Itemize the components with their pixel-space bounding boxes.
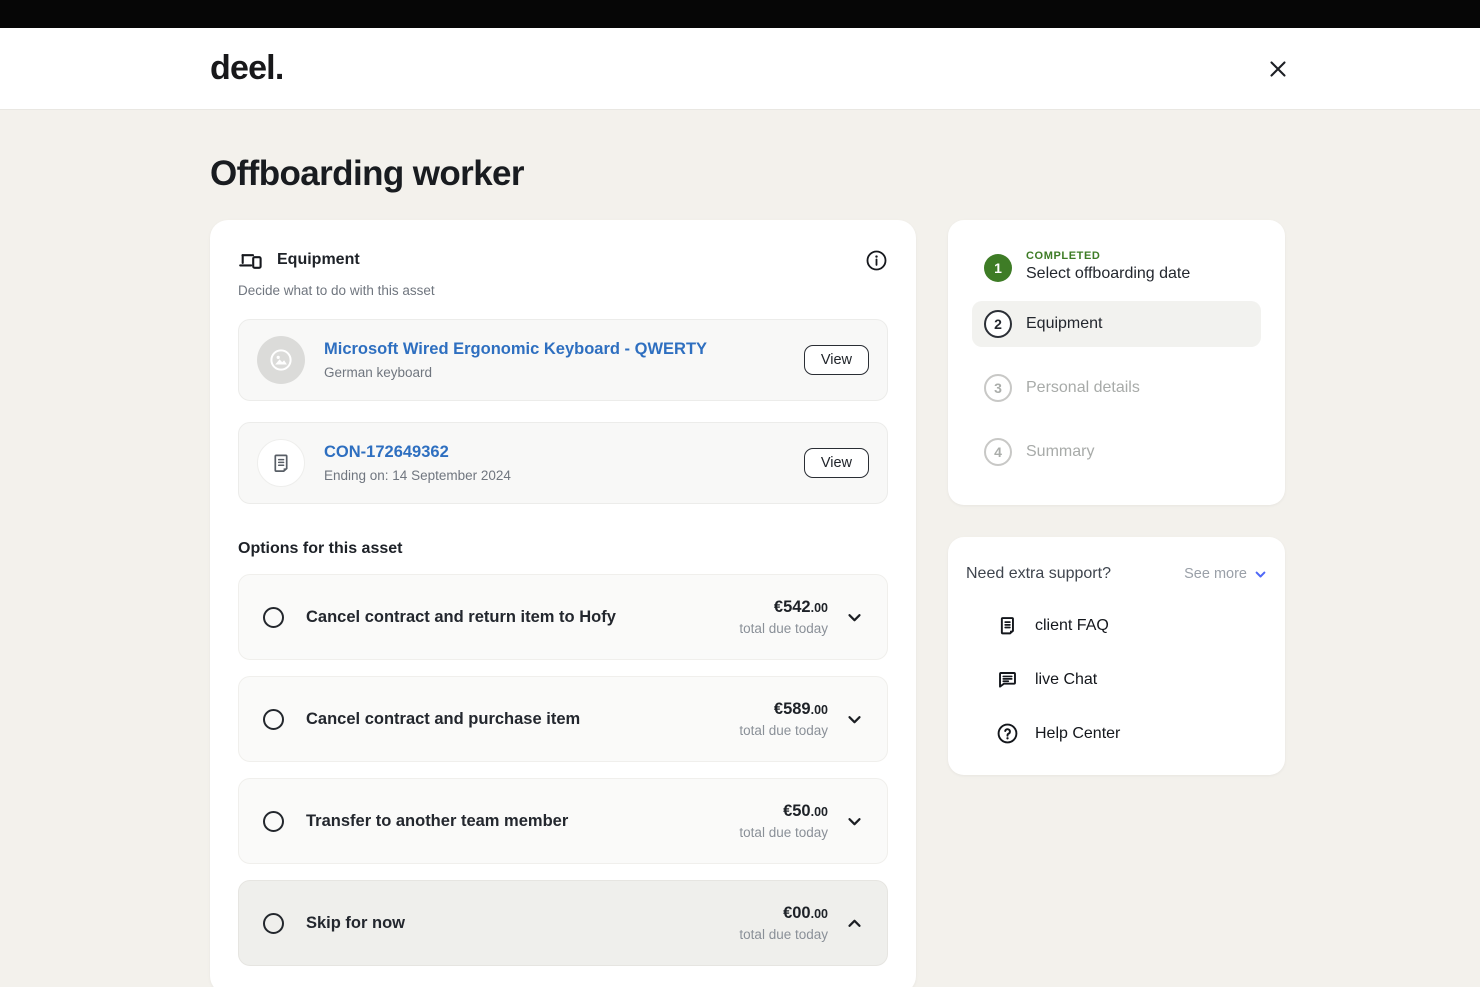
see-more-label: See more [1184,566,1247,582]
step-number-badge: 2 [984,310,1012,338]
asset-row-keyboard: Microsoft Wired Ergonomic Keyboard - QWE… [238,319,888,401]
step-summary: 4 Summary [972,429,1261,475]
see-more-toggle[interactable]: See more [1184,566,1267,582]
chevron-down-icon[interactable] [846,813,863,830]
option-price-block: €50.00 total due today [739,802,828,840]
step-status-completed: COMPLETED [1026,250,1190,262]
chevron-down-icon [1254,568,1267,581]
equipment-card-header: Equipment [238,248,888,272]
document-icon [257,439,305,487]
radio-transfer[interactable] [263,811,284,832]
view-asset-button[interactable]: View [804,345,869,375]
chevron-down-icon[interactable] [846,609,863,626]
option-label: Cancel contract and return item to Hofy [306,608,739,627]
option-cancel-return[interactable]: Cancel contract and return item to Hofy … [238,574,888,660]
radio-cancel-return[interactable] [263,607,284,628]
options-section-title: Options for this asset [238,540,888,558]
step-label: Summary [1026,443,1094,461]
radio-skip[interactable] [263,913,284,934]
asset-subtitle-keyboard: German keyboard [324,365,804,380]
step-label: Select offboarding date [1026,265,1190,283]
steps-card: 1 COMPLETED Select offboarding date 2 Eq… [948,220,1285,505]
option-price-block: €589.00 total due today [739,700,828,738]
close-icon [1268,59,1288,79]
step-number-badge: 4 [984,438,1012,466]
asset-text-block: CON-172649362 Ending on: 14 September 20… [324,443,804,483]
modal-body: Offboarding worker Equipment [0,110,1480,987]
chevron-up-icon[interactable] [846,915,863,932]
price-note: total due today [739,621,828,636]
price-amount: €542 [774,598,811,616]
support-item-client-faq[interactable]: client FAQ [996,614,1267,637]
support-item-help-center[interactable]: Help Center [996,722,1267,745]
price-cents: .00 [811,703,828,717]
price-cents: .00 [811,601,828,615]
equipment-card-subtitle: Decide what to do with this asset [238,283,888,298]
option-label: Skip for now [306,914,739,933]
asset-row-contract: CON-172649362 Ending on: 14 September 20… [238,422,888,504]
step-number-badge: 3 [984,374,1012,402]
option-price-block: €542.00 total due today [739,598,828,636]
step-personal-details: 3 Personal details [972,365,1261,411]
price-amount: €00 [783,904,811,922]
price-amount: €50 [783,802,811,820]
price-amount: €589 [774,700,811,718]
right-column: 1 COMPLETED Select offboarding date 2 Eq… [948,220,1285,775]
support-card: Need extra support? See more [948,537,1285,775]
equipment-card-title: Equipment [277,251,865,269]
top-window-bar [0,0,1480,28]
page-title: Offboarding worker [210,154,1480,194]
step-label: Personal details [1026,379,1140,397]
option-skip[interactable]: Skip for now €00.00 total due today [238,880,888,966]
modal-header: deel. [0,28,1480,110]
asset-subtitle-contract: Ending on: 14 September 2024 [324,468,804,483]
support-item-live-chat[interactable]: live Chat [996,668,1267,691]
view-contract-button[interactable]: View [804,448,869,478]
devices-icon [238,248,265,272]
price-cents: .00 [811,907,828,921]
chevron-down-icon[interactable] [846,711,863,728]
option-price-block: €00.00 total due today [739,904,828,942]
asset-link-contract[interactable]: CON-172649362 [324,443,804,462]
support-title: Need extra support? [966,565,1111,583]
price-note: total due today [739,927,828,942]
deel-logo: deel. [210,49,283,88]
option-label: Cancel contract and purchase item [306,710,739,729]
support-item-label: Help Center [1035,725,1120,743]
support-item-label: live Chat [1035,671,1097,689]
option-cancel-purchase[interactable]: Cancel contract and purchase item €589.0… [238,676,888,762]
support-item-label: client FAQ [1035,617,1109,635]
equipment-card: Equipment Decide what to do with this as… [210,220,916,987]
step-equipment[interactable]: 2 Equipment [972,301,1261,347]
step-select-offboarding-date: 1 COMPLETED Select offboarding date [972,250,1261,283]
asset-link-keyboard[interactable]: Microsoft Wired Ergonomic Keyboard - QWE… [324,340,804,359]
chat-icon [996,668,1019,691]
price-note: total due today [739,723,828,738]
close-button[interactable] [1264,55,1292,83]
document-icon [996,614,1019,637]
step-number-badge: 1 [984,254,1012,282]
step-label: Equipment [1026,315,1103,333]
price-cents: .00 [811,805,828,819]
asset-text-block: Microsoft Wired Ergonomic Keyboard - QWE… [324,340,804,380]
option-transfer[interactable]: Transfer to another team member €50.00 t… [238,778,888,864]
image-placeholder-icon [257,336,305,384]
help-icon [996,722,1019,745]
radio-cancel-purchase[interactable] [263,709,284,730]
option-label: Transfer to another team member [306,812,739,831]
info-icon[interactable] [865,249,888,272]
price-note: total due today [739,825,828,840]
